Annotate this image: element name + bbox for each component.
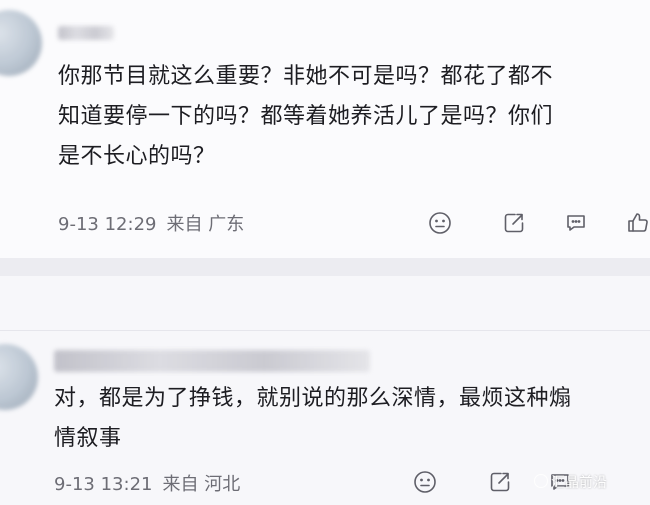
comment-location: 来自 广东 [166,214,245,235]
comment-card: 你那节目就这么重要？非她不可是吗？都花了都不 知道要停一下的吗？都等着她养活儿了… [0,0,650,258]
comment-line: 是不长心的吗？ [58,144,216,169]
smile-icon[interactable] [413,470,437,494]
comment-line: 知道要停一下的吗？都等着她养活儿了是吗？你们 [58,104,554,129]
comment-line: 对，都是为了挣钱，就别说的那么深情，最烦这种煽 [54,386,572,411]
watermark-text: 汇晶前沿 [551,475,607,491]
comment-body: 对，都是为了挣钱，就别说的那么深情，最烦这种煽 情叙事 [54,379,650,459]
comment-time: 12:29 [104,214,157,235]
comment-body: 你那节目就这么重要？非她不可是吗？都花了都不 知道要停一下的吗？都等着她养活儿了… [58,57,650,177]
comment-location: 来自 河北 [162,474,241,495]
comment-icon[interactable] [564,211,588,235]
share-icon[interactable] [502,211,526,235]
comment-meta: 9-13 12:29 来自 广东 [58,210,244,236]
avatar[interactable] [0,10,42,76]
username-blurred[interactable] [58,26,114,40]
section-divider [0,258,650,276]
comment-line: 你那节目就这么重要？非她不可是吗？都花了都不 [58,64,554,89]
thumbs-up-icon[interactable] [626,211,650,235]
comment-time: 13:21 [100,474,153,495]
comment-meta: 9-13 13:21 来自 河北 [54,470,240,496]
comment-line: 情叙事 [54,426,122,451]
comment-date: 9-13 [54,474,95,495]
watermark-logo-icon [534,474,548,488]
username-blurred[interactable] [54,350,370,372]
watermark: 汇晶前沿 [534,472,607,492]
smile-icon[interactable] [428,211,452,235]
divider [0,330,650,331]
share-icon[interactable] [488,470,512,494]
comment-date: 9-13 [58,214,99,235]
